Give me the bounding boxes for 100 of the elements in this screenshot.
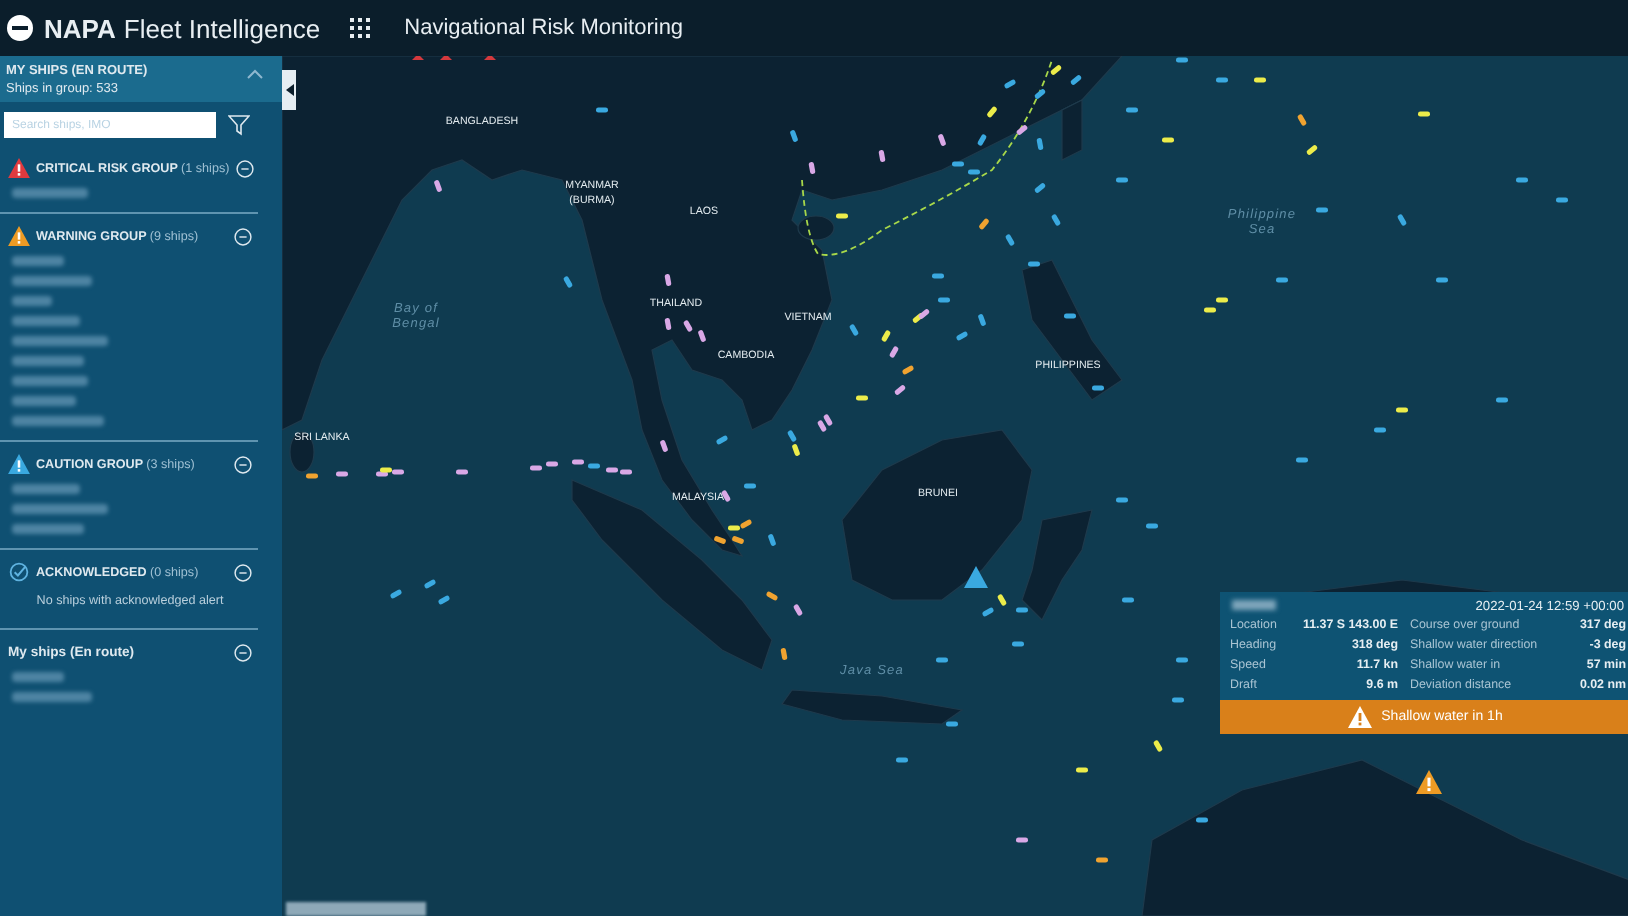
ship-marker[interactable] <box>791 443 801 457</box>
ship-marker[interactable] <box>1012 641 1024 647</box>
ship-marker[interactable] <box>744 483 756 489</box>
ship-marker[interactable] <box>1092 385 1104 391</box>
ship-marker[interactable] <box>1296 113 1308 127</box>
ship-marker[interactable] <box>1496 397 1508 403</box>
ship-marker[interactable] <box>1556 197 1568 203</box>
ship-marker[interactable] <box>336 471 348 477</box>
ship-marker[interactable] <box>981 606 995 618</box>
ship-marker[interactable] <box>572 459 584 465</box>
ship-marker[interactable] <box>1004 233 1016 247</box>
ship-marker[interactable] <box>1050 213 1062 227</box>
ship-marker[interactable] <box>986 105 998 119</box>
ship-marker[interactable] <box>888 345 900 359</box>
ship-marker[interactable] <box>1028 261 1040 267</box>
ship-marker[interactable] <box>936 657 948 663</box>
ship-marker[interactable] <box>946 721 958 727</box>
collapse-icon[interactable] <box>234 227 252 245</box>
collapse-icon[interactable] <box>235 159 254 177</box>
ship-marker[interactable] <box>682 319 694 333</box>
ship-marker[interactable] <box>1516 177 1528 183</box>
ship-marker[interactable] <box>697 329 707 343</box>
ship-marker[interactable] <box>1146 523 1158 529</box>
ship-marker[interactable] <box>1033 88 1047 100</box>
ship-marker[interactable] <box>1064 313 1076 319</box>
ship-marker[interactable] <box>715 434 729 446</box>
ship-marker[interactable] <box>306 473 318 479</box>
ship-marker[interactable] <box>423 578 437 590</box>
ship-marker[interactable] <box>1276 277 1288 283</box>
ship-marker[interactable] <box>893 384 907 396</box>
ship-marker[interactable] <box>1015 124 1029 136</box>
ship-marker[interactable] <box>1176 657 1188 663</box>
ship-marker[interactable] <box>955 330 969 342</box>
ship-marker[interactable] <box>389 588 403 600</box>
ship-marker[interactable] <box>1152 739 1164 753</box>
ship-marker[interactable] <box>1076 767 1088 773</box>
ship-marker[interactable] <box>1374 427 1386 433</box>
collapse-icon[interactable] <box>234 563 252 581</box>
ship-marker[interactable] <box>720 489 732 503</box>
ship-marker[interactable] <box>1196 817 1208 823</box>
ship-marker[interactable] <box>1172 697 1184 703</box>
ship-marker[interactable] <box>932 273 944 279</box>
ship-marker[interactable] <box>938 297 950 303</box>
ship-marker[interactable] <box>836 213 848 219</box>
ship-marker[interactable] <box>767 533 777 547</box>
ship-marker[interactable] <box>808 161 816 175</box>
ship-marker[interactable] <box>765 590 779 602</box>
ship-marker[interactable] <box>1016 837 1028 843</box>
ship-marker[interactable] <box>392 469 404 475</box>
ship-marker[interactable] <box>792 603 804 617</box>
caution-marker-icon[interactable] <box>964 566 988 588</box>
ship-marker[interactable] <box>1436 277 1448 283</box>
ship-marker[interactable] <box>664 317 672 331</box>
ship-marker[interactable] <box>588 463 600 469</box>
ship-marker[interactable] <box>1162 137 1174 143</box>
ship-marker[interactable] <box>433 179 443 193</box>
ship-marker[interactable] <box>856 395 868 401</box>
ship-marker[interactable] <box>1204 307 1216 313</box>
ship-marker[interactable] <box>917 308 931 320</box>
ship-marker[interactable] <box>1305 144 1319 156</box>
ship-marker[interactable] <box>728 525 740 531</box>
ship-marker[interactable] <box>380 467 392 473</box>
ship-marker[interactable] <box>1396 213 1408 227</box>
collapse-icon[interactable] <box>234 643 252 661</box>
ship-marker[interactable] <box>1003 78 1017 90</box>
ship-marker[interactable] <box>1036 137 1044 151</box>
ship-marker[interactable] <box>664 273 672 287</box>
ship-marker[interactable] <box>1216 77 1228 83</box>
ship-marker[interactable] <box>1316 207 1328 213</box>
ship-marker[interactable] <box>977 313 987 327</box>
ship-marker[interactable] <box>1396 407 1408 413</box>
ship-marker[interactable] <box>878 149 886 163</box>
ship-marker[interactable] <box>1016 607 1028 613</box>
ship-marker[interactable] <box>968 169 980 175</box>
ship-marker[interactable] <box>731 535 745 545</box>
ship-marker[interactable] <box>1069 74 1083 86</box>
ship-marker[interactable] <box>713 535 727 545</box>
ship-marker[interactable] <box>976 133 988 147</box>
ship-marker[interactable] <box>1122 597 1134 603</box>
ship-marker[interactable] <box>1033 182 1047 194</box>
ship-marker[interactable] <box>659 439 669 453</box>
filter-icon[interactable] <box>228 114 250 136</box>
ship-marker[interactable] <box>546 461 558 467</box>
ship-marker[interactable] <box>606 467 618 473</box>
ship-marker[interactable] <box>1126 107 1138 113</box>
ship-marker[interactable] <box>822 413 834 427</box>
ship-marker[interactable] <box>1254 77 1266 83</box>
ship-marker[interactable] <box>530 465 542 471</box>
ship-marker[interactable] <box>952 161 964 167</box>
ship-marker[interactable] <box>1049 64 1063 76</box>
ship-marker[interactable] <box>620 469 632 475</box>
ship-marker[interactable] <box>789 129 799 143</box>
apps-grid-icon[interactable] <box>350 18 371 38</box>
ship-marker[interactable] <box>937 133 947 147</box>
ship-marker[interactable] <box>901 364 915 376</box>
ship-marker[interactable] <box>1116 497 1128 503</box>
ship-marker[interactable] <box>880 329 892 343</box>
ship-marker[interactable] <box>562 275 574 289</box>
ship-marker[interactable] <box>437 594 451 606</box>
ship-marker[interactable] <box>1176 57 1188 63</box>
